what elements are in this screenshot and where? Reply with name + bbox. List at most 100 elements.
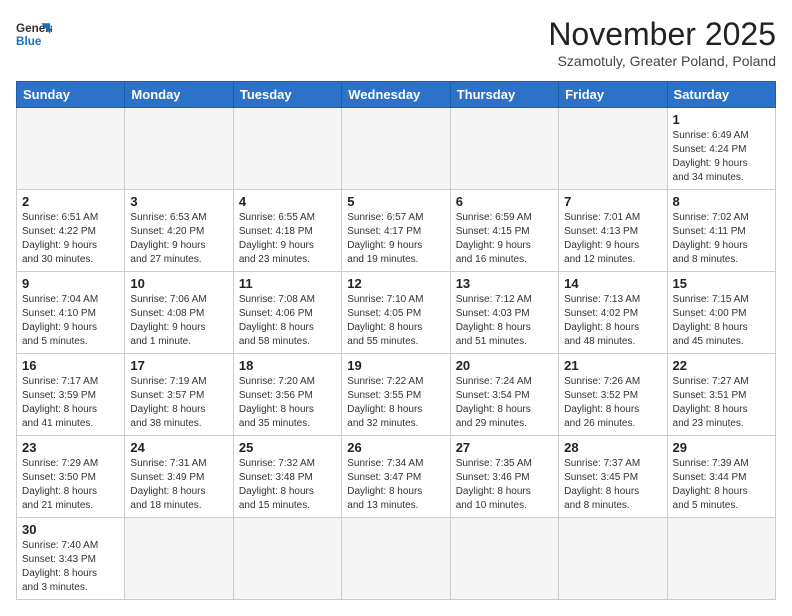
calendar-day-cell: [450, 518, 558, 600]
day-number: 8: [673, 194, 770, 209]
calendar-day-cell: 28 Sunrise: 7:37 AM Sunset: 3:45 PM Dayli…: [559, 436, 667, 518]
day-number: 20: [456, 358, 553, 373]
calendar-day-cell: 29Sunrise: 7:39 AM Sunset: 3:44 PM Dayli…: [667, 436, 775, 518]
day-number: 21: [564, 358, 661, 373]
day-number: 2: [22, 194, 119, 209]
day-info: Sunrise: 7:12 AM Sunset: 4:03 PM Dayligh…: [456, 293, 553, 349]
day-info: Sunrise: 7:31 AM Sunset: 3:49 PM Dayligh…: [130, 457, 227, 513]
calendar-day-cell: 14Sunrise: 7:13 AM Sunset: 4:02 PM Dayli…: [559, 272, 667, 354]
day-number: 28: [564, 440, 661, 455]
day-info: Sunrise: 7:01 AM Sunset: 4:13 PM Dayligh…: [564, 211, 661, 267]
day-number: 18: [239, 358, 336, 373]
calendar-day-cell: 19 Sunrise: 7:22 AM Sunset: 3:55 PM Dayli…: [342, 354, 450, 436]
day-info: Sunrise: 7:40 AM Sunset: 3:43 PM Dayligh…: [22, 539, 119, 595]
day-number: 5: [347, 194, 444, 209]
day-info: Sunrise: 7:32 AM Sunset: 3:48 PM Dayligh…: [239, 457, 336, 513]
day-info: Sunrise: 7:39 AM Sunset: 3:44 PM Dayligh…: [673, 457, 770, 513]
day-number: 22: [673, 358, 770, 373]
day-number: 14: [564, 276, 661, 291]
day-number: 19: [347, 358, 444, 373]
calendar-day-cell: 13Sunrise: 7:12 AM Sunset: 4:03 PM Dayli…: [450, 272, 558, 354]
calendar-week-row: 9 Sunrise: 7:04 AM Sunset: 4:10 PM Daylig…: [17, 272, 776, 354]
calendar-day-cell: 30Sunrise: 7:40 AM Sunset: 3:43 PM Dayli…: [17, 518, 125, 600]
calendar-day-cell: [450, 108, 558, 190]
day-info: Sunrise: 7:22 AM Sunset: 3:55 PM Dayligh…: [347, 375, 444, 431]
day-of-week-header: Friday: [559, 82, 667, 108]
calendar-day-cell: 12 Sunrise: 7:10 AM Sunset: 4:05 PM Dayli…: [342, 272, 450, 354]
day-of-week-header: Tuesday: [233, 82, 341, 108]
day-info: Sunrise: 7:10 AM Sunset: 4:05 PM Dayligh…: [347, 293, 444, 349]
calendar-day-cell: 21 Sunrise: 7:26 AM Sunset: 3:52 PM Dayli…: [559, 354, 667, 436]
calendar-day-cell: [233, 518, 341, 600]
day-info: Sunrise: 6:49 AM Sunset: 4:24 PM Dayligh…: [673, 129, 770, 185]
day-number: 3: [130, 194, 227, 209]
day-of-week-header: Monday: [125, 82, 233, 108]
day-of-week-header: Sunday: [17, 82, 125, 108]
day-info: Sunrise: 6:55 AM Sunset: 4:18 PM Dayligh…: [239, 211, 336, 267]
day-info: Sunrise: 7:37 AM Sunset: 3:45 PM Dayligh…: [564, 457, 661, 513]
calendar-day-cell: 6Sunrise: 6:59 AM Sunset: 4:15 PM Daylig…: [450, 190, 558, 272]
calendar-day-cell: 15 Sunrise: 7:15 AM Sunset: 4:00 PM Dayli…: [667, 272, 775, 354]
calendar-day-cell: [125, 518, 233, 600]
day-info: Sunrise: 7:06 AM Sunset: 4:08 PM Dayligh…: [130, 293, 227, 349]
calendar-day-cell: 18 Sunrise: 7:20 AM Sunset: 3:56 PM Dayli…: [233, 354, 341, 436]
day-info: Sunrise: 7:20 AM Sunset: 3:56 PM Dayligh…: [239, 375, 336, 431]
day-info: Sunrise: 7:34 AM Sunset: 3:47 PM Dayligh…: [347, 457, 444, 513]
calendar-day-cell: 5 Sunrise: 6:57 AM Sunset: 4:17 PM Daylig…: [342, 190, 450, 272]
title-area: November 2025 Szamotuly, Greater Poland,…: [548, 16, 776, 69]
day-number: 6: [456, 194, 553, 209]
day-info: Sunrise: 7:24 AM Sunset: 3:54 PM Dayligh…: [456, 375, 553, 431]
day-of-week-header: Wednesday: [342, 82, 450, 108]
day-number: 7: [564, 194, 661, 209]
location-subtitle: Szamotuly, Greater Poland, Poland: [548, 53, 776, 69]
calendar-day-cell: [342, 108, 450, 190]
calendar-day-cell: [17, 108, 125, 190]
calendar-day-cell: 2 Sunrise: 6:51 AM Sunset: 4:22 PM Daylig…: [17, 190, 125, 272]
day-number: 26: [347, 440, 444, 455]
calendar-day-cell: 26 Sunrise: 7:34 AM Sunset: 3:47 PM Dayli…: [342, 436, 450, 518]
calendar-day-cell: [667, 518, 775, 600]
day-info: Sunrise: 6:57 AM Sunset: 4:17 PM Dayligh…: [347, 211, 444, 267]
calendar-week-row: 16Sunrise: 7:17 AM Sunset: 3:59 PM Dayli…: [17, 354, 776, 436]
day-of-week-header: Thursday: [450, 82, 558, 108]
calendar-week-row: 1 Sunrise: 6:49 AM Sunset: 4:24 PM Daylig…: [17, 108, 776, 190]
day-info: Sunrise: 7:15 AM Sunset: 4:00 PM Dayligh…: [673, 293, 770, 349]
day-info: Sunrise: 6:51 AM Sunset: 4:22 PM Dayligh…: [22, 211, 119, 267]
svg-text:Blue: Blue: [16, 35, 42, 48]
calendar-day-cell: 25 Sunrise: 7:32 AM Sunset: 3:48 PM Dayli…: [233, 436, 341, 518]
calendar-day-cell: 9 Sunrise: 7:04 AM Sunset: 4:10 PM Daylig…: [17, 272, 125, 354]
day-number: 25: [239, 440, 336, 455]
day-info: Sunrise: 6:53 AM Sunset: 4:20 PM Dayligh…: [130, 211, 227, 267]
logo: General Blue: [16, 16, 52, 52]
day-info: Sunrise: 7:08 AM Sunset: 4:06 PM Dayligh…: [239, 293, 336, 349]
day-info: Sunrise: 7:29 AM Sunset: 3:50 PM Dayligh…: [22, 457, 119, 513]
day-number: 1: [673, 112, 770, 127]
calendar-day-cell: 3 Sunrise: 6:53 AM Sunset: 4:20 PM Daylig…: [125, 190, 233, 272]
calendar-day-cell: [559, 518, 667, 600]
calendar-day-cell: 1 Sunrise: 6:49 AM Sunset: 4:24 PM Daylig…: [667, 108, 775, 190]
calendar-day-cell: 8Sunrise: 7:02 AM Sunset: 4:11 PM Daylig…: [667, 190, 775, 272]
day-number: 15: [673, 276, 770, 291]
day-number: 27: [456, 440, 553, 455]
calendar-day-cell: 22Sunrise: 7:27 AM Sunset: 3:51 PM Dayli…: [667, 354, 775, 436]
calendar-day-cell: 11 Sunrise: 7:08 AM Sunset: 4:06 PM Dayli…: [233, 272, 341, 354]
calendar-day-cell: 17 Sunrise: 7:19 AM Sunset: 3:57 PM Dayli…: [125, 354, 233, 436]
day-number: 12: [347, 276, 444, 291]
day-info: Sunrise: 7:04 AM Sunset: 4:10 PM Dayligh…: [22, 293, 119, 349]
day-number: 11: [239, 276, 336, 291]
day-info: Sunrise: 7:26 AM Sunset: 3:52 PM Dayligh…: [564, 375, 661, 431]
day-of-week-header: Saturday: [667, 82, 775, 108]
day-number: 23: [22, 440, 119, 455]
day-info: Sunrise: 7:17 AM Sunset: 3:59 PM Dayligh…: [22, 375, 119, 431]
day-info: Sunrise: 7:19 AM Sunset: 3:57 PM Dayligh…: [130, 375, 227, 431]
calendar-header-row: SundayMondayTuesdayWednesdayThursdayFrid…: [17, 82, 776, 108]
day-info: Sunrise: 7:35 AM Sunset: 3:46 PM Dayligh…: [456, 457, 553, 513]
day-number: 24: [130, 440, 227, 455]
calendar-day-cell: [342, 518, 450, 600]
day-number: 9: [22, 276, 119, 291]
day-number: 17: [130, 358, 227, 373]
calendar-week-row: 30Sunrise: 7:40 AM Sunset: 3:43 PM Dayli…: [17, 518, 776, 600]
day-number: 4: [239, 194, 336, 209]
header: General Blue November 2025 Szamotuly, Gr…: [16, 16, 776, 69]
month-year-title: November 2025: [548, 16, 776, 53]
